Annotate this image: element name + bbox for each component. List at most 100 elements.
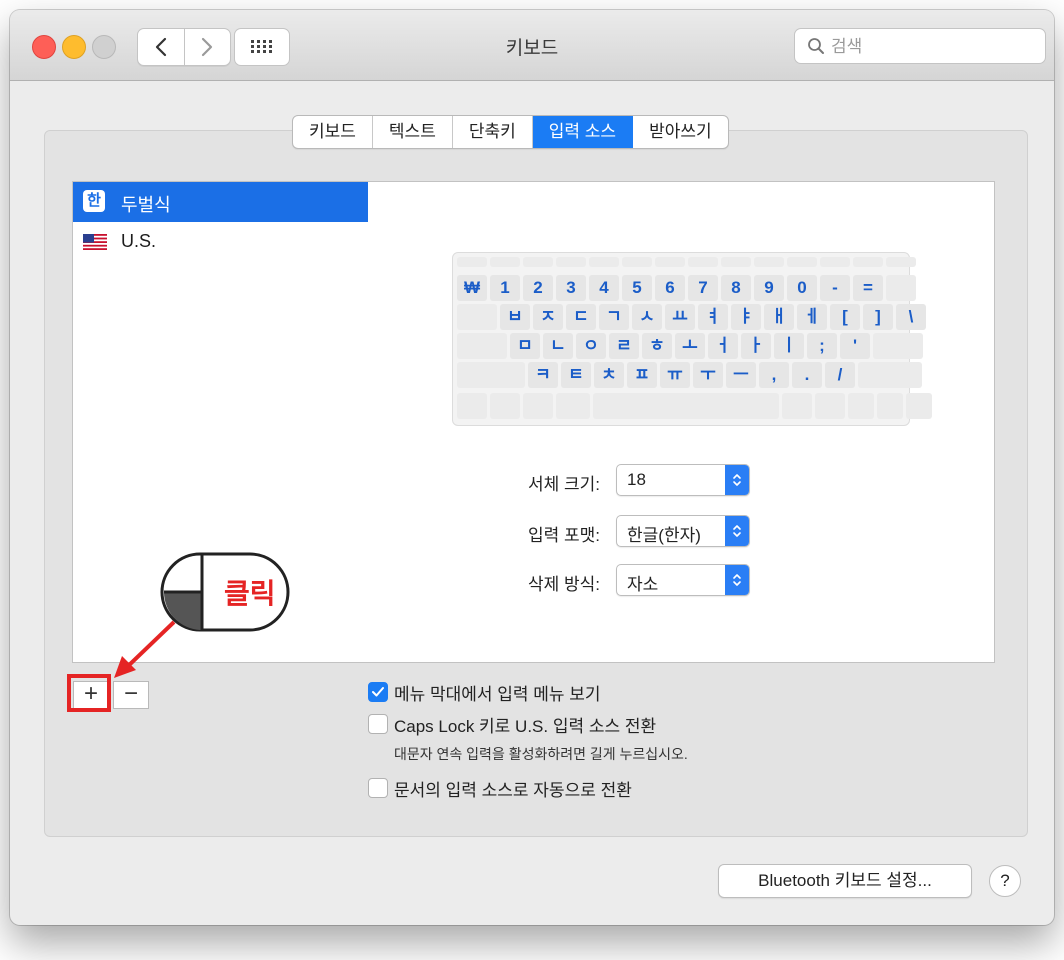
key: 5 xyxy=(622,275,652,301)
caps-lock-switch-checkbox[interactable] xyxy=(368,714,388,734)
delete-mode-label: 삭제 방식: xyxy=(527,575,600,594)
key: ㅏ xyxy=(741,333,771,359)
annotation-arrow-icon xyxy=(114,620,176,678)
key: ㅊ xyxy=(594,362,624,388)
delete-mode-popup[interactable]: 자소 xyxy=(616,564,750,596)
auto-switch-label: 문서의 입력 소스로 자동으로 전환 xyxy=(394,781,632,800)
key: . xyxy=(792,362,822,388)
tab-text[interactable]: 텍스트 xyxy=(373,116,453,148)
caps-lock-hint: 대문자 연속 입력을 활성화하려면 길게 누르십시오. xyxy=(394,746,688,762)
key: ' xyxy=(840,333,870,359)
key: 2 xyxy=(523,275,553,301)
font-size-value: 18 xyxy=(627,470,646,489)
key: ₩ xyxy=(457,275,487,301)
tab-dictation[interactable]: 받아쓰기 xyxy=(633,116,728,148)
keyboard-row-3: ㅁ ㄴ ㅇ ㄹ ㅎ ㅗ ㅓ ㅏ ㅣ ; ' xyxy=(457,333,923,359)
list-item-us[interactable]: U.S. xyxy=(73,222,369,262)
key: 9 xyxy=(754,275,784,301)
key: ㅣ xyxy=(774,333,804,359)
key: ㅜ xyxy=(693,362,723,388)
keyboard-space-row xyxy=(457,393,932,419)
key: ㅇ xyxy=(576,333,606,359)
key: ㅓ xyxy=(708,333,738,359)
tab-keyboard[interactable]: 키보드 xyxy=(293,116,373,148)
show-input-menu-label: 메뉴 막대에서 입력 메뉴 보기 xyxy=(394,685,601,704)
input-format-label: 입력 포맷: xyxy=(527,526,600,545)
font-size-label: 서체 크기: xyxy=(527,475,600,494)
list-item-dubeolsik[interactable]: 한 두벌식 xyxy=(73,182,369,222)
tab-shortcuts[interactable]: 단축키 xyxy=(453,116,533,148)
input-format-value: 한글(한자) xyxy=(627,526,701,545)
help-button[interactable]: ? xyxy=(989,865,1021,897)
key: 1 xyxy=(490,275,520,301)
key: ㅈ xyxy=(533,304,563,330)
key: ㅐ xyxy=(764,304,794,330)
key: ; xyxy=(807,333,837,359)
list-item-label: U.S. xyxy=(121,231,157,251)
list-item-label: 두벌식 xyxy=(121,195,171,215)
key: ㄱ xyxy=(599,304,629,330)
search-field[interactable] xyxy=(794,28,1046,64)
key: 6 xyxy=(655,275,685,301)
title-bar: 키보드 xyxy=(10,10,1054,81)
key: ㄴ xyxy=(543,333,573,359)
key: ㅁ xyxy=(510,333,540,359)
updown-arrows-icon xyxy=(725,516,749,546)
updown-arrows-icon xyxy=(725,565,749,595)
keyboard-row-1: ₩ 1 2 3 4 5 6 7 8 9 0 - = xyxy=(457,275,916,301)
key: / xyxy=(825,362,855,388)
us-flag-icon xyxy=(83,234,107,250)
key: ㅑ xyxy=(731,304,761,330)
key: ㄹ xyxy=(609,333,639,359)
key: ㅋ xyxy=(528,362,558,388)
key: ㅠ xyxy=(660,362,690,388)
input-source-detail: ₩ 1 2 3 4 5 6 7 8 9 0 - = ㅂ ㅈ ㄷ ㄱ ㅅ ㅛ ㅕ … xyxy=(368,181,995,663)
key: ㄷ xyxy=(566,304,596,330)
key: 3 xyxy=(556,275,586,301)
key: 4 xyxy=(589,275,619,301)
show-input-menu-checkbox[interactable] xyxy=(368,682,388,702)
click-highlight-box xyxy=(67,674,111,712)
key: ㅛ xyxy=(665,304,695,330)
search-icon xyxy=(808,38,824,54)
key: ㅌ xyxy=(561,362,591,388)
input-format-row: 입력 포맷: 한글(한자) xyxy=(468,515,848,547)
updown-arrows-icon xyxy=(725,465,749,495)
keyboard-preferences-window: 키보드 키보드 텍스트 단축키 입력 소스 받아쓰기 한 두벌식 xyxy=(10,10,1054,925)
key: ㅂ xyxy=(500,304,530,330)
font-size-popup[interactable]: 18 xyxy=(616,464,750,496)
click-label: 클릭 xyxy=(224,578,276,609)
key: ] xyxy=(863,304,893,330)
checkmark-icon xyxy=(372,687,384,697)
key: ㅗ xyxy=(675,333,705,359)
delete-mode-row: 삭제 방식: 자소 xyxy=(468,564,848,596)
keyboard-layout-preview: ₩ 1 2 3 4 5 6 7 8 9 0 - = ㅂ ㅈ ㄷ ㄱ ㅅ ㅛ ㅕ … xyxy=(452,252,932,426)
keyboard-row-4: ㅋ ㅌ ㅊ ㅍ ㅠ ㅜ ㅡ , . / xyxy=(457,362,922,388)
key: [ xyxy=(830,304,860,330)
mouse-click-annotation: 클릭 xyxy=(160,552,294,634)
key: ㅔ xyxy=(797,304,827,330)
key: ㅕ xyxy=(698,304,728,330)
key: = xyxy=(853,275,883,301)
key: - xyxy=(820,275,850,301)
key: ㅍ xyxy=(627,362,657,388)
caps-lock-switch-label: Caps Lock 키로 U.S. 입력 소스 전환 xyxy=(394,717,657,736)
key: , xyxy=(759,362,789,388)
key: 8 xyxy=(721,275,751,301)
keyboard-row-2: ㅂ ㅈ ㄷ ㄱ ㅅ ㅛ ㅕ ㅑ ㅐ ㅔ [ ] \ xyxy=(457,304,926,330)
tab-input-sources[interactable]: 입력 소스 xyxy=(532,116,634,148)
auto-switch-checkbox[interactable] xyxy=(368,778,388,798)
key: ㅅ xyxy=(632,304,662,330)
key: 0 xyxy=(787,275,817,301)
key: ㅎ xyxy=(642,333,672,359)
hangul-icon: 한 xyxy=(83,190,105,212)
font-size-row: 서체 크기: 18 xyxy=(468,464,848,496)
input-format-popup[interactable]: 한글(한자) xyxy=(616,515,750,547)
search-input[interactable] xyxy=(829,33,1033,61)
delete-mode-value: 자소 xyxy=(627,575,659,594)
bluetooth-keyboard-setup-button[interactable]: Bluetooth 키보드 설정... xyxy=(718,864,972,898)
remove-input-source-button[interactable]: − xyxy=(113,681,149,709)
key: \ xyxy=(896,304,926,330)
key: 7 xyxy=(688,275,718,301)
key: ㅡ xyxy=(726,362,756,388)
